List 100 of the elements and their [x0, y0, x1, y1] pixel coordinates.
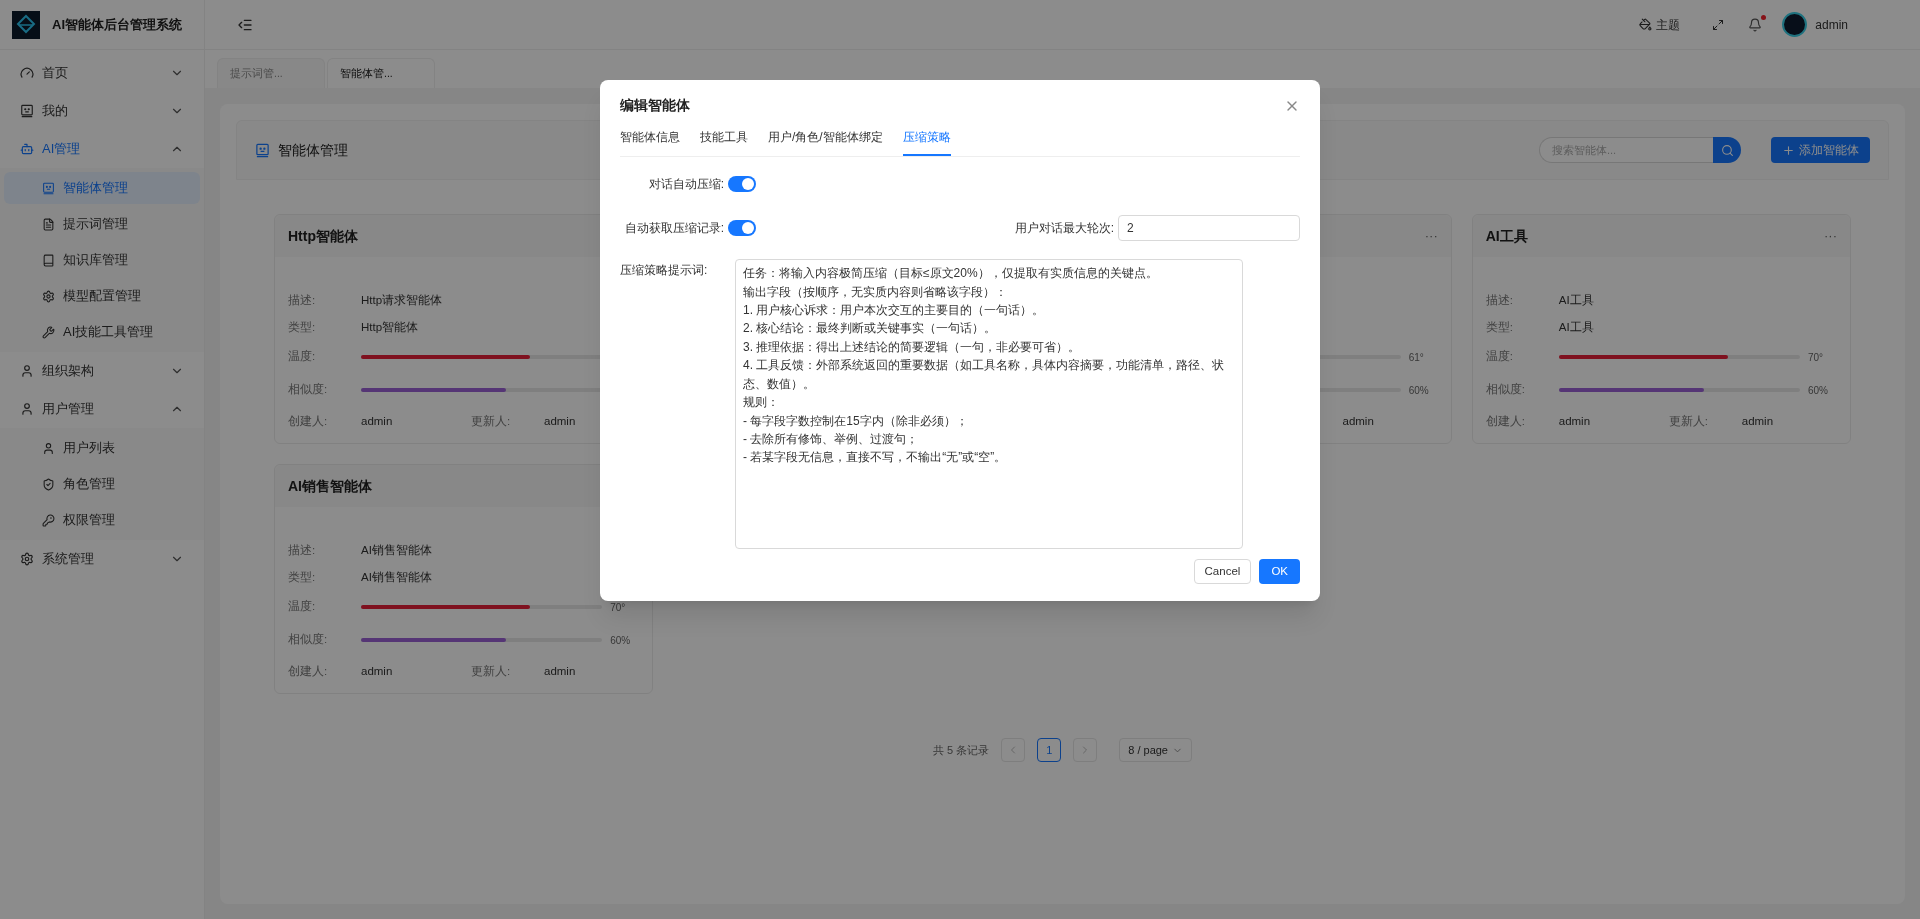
field-value: AI工具 — [1558, 293, 1594, 309]
notification-button[interactable] — [1748, 17, 1763, 32]
menu-item[interactable]: 用户管理 — [0, 390, 204, 428]
search-button[interactable] — [1713, 137, 1741, 163]
user-icon — [20, 364, 34, 378]
panel-title: 智能体管理 — [278, 140, 348, 160]
submenu-item[interactable]: 提示词管理 — [4, 208, 200, 240]
key-icon — [42, 513, 55, 527]
field-label: 类型: — [1485, 320, 1514, 336]
toggle-switch[interactable] — [728, 176, 756, 193]
field-label: 描述: — [1485, 293, 1514, 309]
search-icon — [1720, 143, 1734, 157]
face-icon — [20, 104, 34, 118]
similarity-reading: 60% — [1808, 384, 1828, 396]
submenu-item[interactable]: 知识库管理 — [4, 244, 200, 276]
page-number[interactable]: 1 — [1037, 738, 1062, 762]
field-label: 描述: — [288, 543, 317, 559]
face-icon — [42, 181, 55, 195]
submenu-item[interactable]: 用户列表 — [4, 432, 200, 464]
robot-icon — [20, 142, 34, 156]
prompt-line: - 若某字段无信息，直接不写，不输出“无”或“空”。 — [743, 449, 1007, 467]
field-value: admin — [544, 664, 576, 680]
book-icon — [42, 253, 55, 267]
input-field[interactable]: 2 — [1118, 215, 1300, 242]
face-icon — [255, 142, 270, 158]
user-icon — [20, 402, 34, 416]
temperature-reading: 70° — [610, 601, 626, 613]
submenu-item[interactable]: 角色管理 — [4, 468, 200, 500]
field-value: AI工具 — [1558, 320, 1594, 336]
logo-icon — [12, 10, 40, 39]
menu-item[interactable]: 首页 — [0, 54, 204, 92]
submenu-item[interactable]: 模型配置管理 — [4, 280, 200, 312]
modal-tab[interactable]: 用户/角色/智能体绑定 — [768, 126, 883, 157]
more-button[interactable]: ··· — [1824, 226, 1837, 246]
field-value: admin — [1558, 415, 1591, 428]
menu-item[interactable]: AI管理 — [0, 130, 204, 168]
field-label: 创建人: — [288, 414, 329, 430]
menu-item[interactable]: 组织架构 — [0, 352, 204, 390]
temperature-reading: 70° — [1808, 351, 1824, 363]
bell-icon — [1748, 17, 1763, 32]
gauge-icon — [20, 66, 34, 80]
field-label: 描述: — [288, 293, 317, 309]
prompt-textarea[interactable] — [735, 259, 1243, 550]
modal-tab[interactable]: 智能体信息 — [620, 126, 680, 157]
field-label: 相似度: — [1485, 382, 1526, 398]
theme-button[interactable]: 主题 — [1639, 15, 1681, 34]
paint-bucket-icon — [1639, 18, 1653, 31]
field-value: AI销售智能体 — [361, 543, 432, 559]
prompt-line: 任务：将输入内容极简压缩（目标≤原文20%），仅提取有实质信息的关键点。 — [743, 265, 1158, 283]
page-size-select[interactable]: 8 / page — [1119, 738, 1192, 762]
prompt-line: 4. 工具反馈：外部系统返回的重要数据（如工具名称，具体内容摘要，功能清单，路径、状态、数值）。 — [743, 357, 1226, 393]
card-title: AI工具 — [1485, 226, 1528, 246]
prompt-line: 1. 用户核心诉求：用户本次交互的主要目的（一句话）。 — [743, 302, 1045, 320]
menu-item[interactable]: 系统管理 — [0, 540, 204, 578]
field-value: admin — [1342, 414, 1374, 430]
submenu-item[interactable]: AI技能工具管理 — [4, 316, 200, 348]
prompt-line: - 每字段字数控制在15字内（除非必须）； — [743, 412, 968, 430]
more-button[interactable]: ··· — [1424, 226, 1438, 246]
card-title: Http智能体 — [288, 226, 358, 246]
field-value: admin — [361, 415, 393, 428]
username: admin — [1815, 16, 1848, 34]
prompt-line: 输出字段（按顺序，无实质内容则省略该字段）： — [743, 283, 1007, 301]
field-label: 压缩策略提示词: — [620, 262, 709, 280]
card-title: AI销售智能体 — [288, 476, 372, 496]
page-tab[interactable]: 智能体管... — [327, 58, 435, 88]
menu-item[interactable]: 我的 — [0, 92, 204, 130]
gear-icon — [42, 289, 55, 303]
field-label: 相似度: — [288, 382, 329, 398]
field-label: 对话自动压缩: — [647, 176, 725, 194]
field-label: 用户对话最大轮次: — [1014, 220, 1115, 238]
shield-icon — [42, 477, 55, 491]
fullscreen-button[interactable] — [1712, 18, 1725, 31]
field-value: Http请求智能体 — [361, 293, 443, 309]
add-agent-button[interactable]: 添加智能体 — [1771, 137, 1870, 163]
field-label: 更新人: — [471, 665, 511, 678]
ok-button[interactable]: OK — [1259, 559, 1300, 585]
temperature-reading: 61° — [1408, 351, 1424, 363]
field-label: 温度: — [288, 599, 317, 615]
total-records: 共 5 条记录 — [933, 742, 990, 758]
field-label: 更新人: — [1668, 415, 1708, 428]
modal-tab[interactable]: 技能工具 — [700, 126, 748, 157]
prompt-line: 规则： — [743, 394, 779, 412]
user-icon — [42, 441, 55, 455]
similarity-reading: 60% — [610, 634, 631, 646]
plus-icon — [1782, 143, 1795, 157]
modal-tab[interactable]: 压缩策略 — [902, 126, 951, 157]
wrench-icon — [42, 325, 55, 339]
toggle-switch[interactable] — [728, 220, 756, 237]
submenu-item[interactable]: 权限管理 — [4, 504, 200, 536]
prompt-line: 3. 推理依据：得出上述结论的简要逻辑（一句，非必要可省）。 — [743, 338, 1081, 356]
submenu-item[interactable]: 智能体管理 — [4, 172, 200, 204]
prompt-line: - 去除所有修饰、举例、过渡句； — [743, 430, 919, 448]
field-label: 自动获取压缩记录: — [623, 220, 725, 238]
avatar[interactable] — [1782, 12, 1808, 37]
gear-icon — [20, 552, 34, 566]
field-label: 类型: — [288, 320, 317, 336]
field-value: Http智能体 — [361, 320, 419, 336]
cancel-button[interactable]: Cancel — [1193, 559, 1252, 585]
field-label: 类型: — [288, 570, 317, 586]
field-label: 相似度: — [288, 632, 329, 648]
